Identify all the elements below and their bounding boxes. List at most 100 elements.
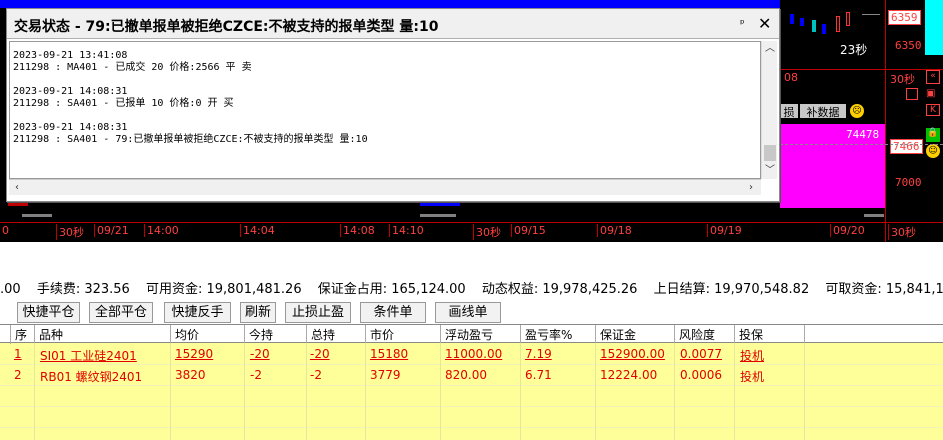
scroll-indicator bbox=[420, 214, 456, 217]
refresh-button[interactable]: 刷新 bbox=[240, 302, 276, 323]
smiley-icon[interactable]: ☺ bbox=[926, 144, 940, 158]
time-tick: 09/18 bbox=[597, 224, 632, 237]
fill-data-button[interactable]: 补数据 bbox=[800, 104, 846, 119]
trade-log-text[interactable]: 2023-09-21 13:41:08 211298 : MA401 - 已成交… bbox=[9, 41, 761, 179]
hedge-type-cell[interactable]: 投机 bbox=[736, 365, 764, 386]
scroll-down-icon[interactable]: ﹀ bbox=[762, 163, 778, 179]
quick-close-button[interactable]: 快捷平仓 bbox=[17, 302, 80, 323]
col-divider bbox=[34, 343, 35, 440]
candle bbox=[822, 24, 826, 34]
scroll-up-icon[interactable]: ︿ bbox=[762, 41, 778, 57]
col-header[interactable]: 今持 bbox=[244, 325, 306, 344]
face-icon[interactable]: ☹ bbox=[850, 104, 864, 118]
dynamic-equity: 动态权益: 19,978,425.26 bbox=[481, 282, 638, 297]
available-funds: 可用资金: 19,801,481.26 bbox=[145, 282, 302, 297]
side-indicator-band bbox=[925, 0, 943, 55]
status-bar bbox=[0, 242, 943, 270]
collapse-icon[interactable]: « bbox=[926, 70, 940, 84]
floating-pnl-cell[interactable]: 820.00 bbox=[441, 365, 487, 386]
col-header[interactable]: 盈亏率% bbox=[520, 325, 595, 344]
today-qty-cell[interactable]: -2 bbox=[246, 365, 262, 386]
avg-price-cell[interactable]: 15290 bbox=[171, 344, 213, 365]
time-tick: 0 bbox=[2, 224, 9, 237]
pnl-rate-cell[interactable]: 7.19 bbox=[521, 344, 552, 365]
market-price-cell[interactable]: 15180 bbox=[366, 344, 408, 365]
margin-used: 保证金占用: 165,124.00 bbox=[317, 282, 466, 297]
col-header-blank bbox=[804, 325, 943, 344]
hedge-type-cell[interactable]: 投机 bbox=[736, 344, 764, 365]
price-label: 74478 bbox=[846, 128, 880, 141]
col-header[interactable]: 市价 bbox=[365, 325, 440, 344]
scroll-left-icon[interactable]: ‹ bbox=[9, 180, 25, 196]
col-divider bbox=[170, 343, 171, 440]
scroll-thumb[interactable] bbox=[764, 145, 776, 161]
horizontal-scrollbar[interactable]: ‹ › bbox=[9, 179, 761, 195]
table-header: 序 品种 均价 今持 总持 市价 浮动盈亏 盈亏率% 保证金 风险度 投保 bbox=[0, 324, 943, 344]
today-qty-cell[interactable]: -20 bbox=[246, 344, 270, 365]
table-row[interactable]: 1 SI01 工业硅2401 15290 -20 -20 15180 11000… bbox=[0, 344, 943, 365]
col-header[interactable]: 总持 bbox=[306, 325, 365, 344]
candle bbox=[812, 20, 816, 32]
margin-cell[interactable]: 12224.00 bbox=[596, 365, 657, 386]
close-icon[interactable]: ✕ bbox=[758, 14, 771, 33]
time-tick: 09/21 bbox=[94, 224, 129, 237]
countdown-label: 23秒 bbox=[840, 43, 868, 57]
stop-loss-take-profit-button[interactable]: 止损止盈 bbox=[285, 302, 351, 323]
interval-label: 30秒 bbox=[890, 73, 915, 86]
margin-cell[interactable]: 152900.00 bbox=[596, 344, 665, 365]
scroll-indicator bbox=[864, 214, 884, 217]
col-header[interactable]: 保证金 bbox=[595, 325, 674, 344]
row-index[interactable]: 2 bbox=[10, 365, 22, 386]
total-qty-cell[interactable]: -20 bbox=[306, 344, 330, 365]
risk-cell[interactable]: 0.0077 bbox=[676, 344, 722, 365]
col-divider bbox=[595, 343, 596, 440]
line-order-button[interactable]: 画线单 bbox=[435, 302, 501, 323]
positions-table[interactable]: 序 品种 均价 今持 总持 市价 浮动盈亏 盈亏率% 保证金 风险度 投保 1 … bbox=[0, 324, 943, 440]
vertical-scrollbar[interactable]: ︿ ﹀ bbox=[761, 41, 777, 179]
row-index[interactable]: 1 bbox=[10, 344, 22, 365]
chart-band-top bbox=[0, 0, 780, 8]
pin-icon[interactable]: ᵖ bbox=[740, 17, 745, 30]
trade-status-dialog[interactable]: 交易状态 - 79:已撤单报单被拒绝CZCE:不被支持的报单类型 量:10 ᵖ … bbox=[6, 8, 780, 202]
close-all-button[interactable]: 全部平仓 bbox=[89, 302, 153, 323]
total-qty-cell[interactable]: -2 bbox=[306, 365, 322, 386]
col-divider bbox=[804, 343, 805, 440]
col-header[interactable]: 风险度 bbox=[674, 325, 734, 344]
quick-reverse-button[interactable]: 快捷反手 bbox=[164, 302, 231, 323]
stoploss-chip[interactable]: 损 bbox=[780, 104, 798, 119]
candle bbox=[800, 18, 804, 26]
dialog-title[interactable]: 交易状态 - 79:已撤单报单被拒绝CZCE:不被支持的报单类型 量:10 bbox=[7, 9, 779, 39]
time-tick: 09/20 bbox=[830, 224, 865, 237]
instrument-cell[interactable]: RB01 螺纹钢2401 bbox=[36, 365, 142, 386]
k-icon[interactable]: K bbox=[926, 104, 940, 116]
panel-icon[interactable]: ▣ bbox=[926, 88, 940, 100]
table-row[interactable]: 2 RB01 螺纹钢2401 3820 -2 -2 3779 820.00 6.… bbox=[0, 365, 943, 386]
col-header[interactable]: 均价 bbox=[170, 325, 244, 344]
candle bbox=[790, 14, 794, 24]
instrument-cell[interactable]: SI01 工业硅2401 bbox=[36, 344, 137, 365]
price-tick: 7000 bbox=[895, 176, 922, 189]
col-header[interactable]: 序 bbox=[10, 325, 34, 344]
conditional-order-button[interactable]: 条件单 bbox=[360, 302, 426, 323]
scroll-right-icon[interactable]: › bbox=[743, 180, 759, 196]
col-divider bbox=[734, 343, 735, 440]
col-divider bbox=[244, 343, 245, 440]
time-axis-line bbox=[0, 222, 943, 223]
time-tick: 09/19 bbox=[707, 224, 742, 237]
price-line bbox=[862, 14, 880, 15]
layout-icon[interactable] bbox=[906, 88, 918, 100]
price-tick: 6350 bbox=[895, 39, 922, 52]
lock-icon[interactable]: 🔒 bbox=[926, 128, 940, 142]
col-header[interactable]: 浮动盈亏 bbox=[440, 325, 520, 344]
table-row-empty bbox=[0, 386, 943, 407]
pnl-rate-cell[interactable]: 6.71 bbox=[521, 365, 552, 386]
risk-cell[interactable]: 0.0006 bbox=[676, 365, 722, 386]
table-row-empty bbox=[0, 407, 943, 428]
floating-pnl-cell[interactable]: 11000.00 bbox=[441, 344, 502, 365]
candle bbox=[846, 12, 850, 26]
col-header[interactable]: 品种 bbox=[34, 325, 170, 344]
right-pane-bg bbox=[780, 0, 885, 70]
col-header[interactable]: 投保 bbox=[734, 325, 804, 344]
market-price-cell[interactable]: 3779 bbox=[366, 365, 401, 386]
avg-price-cell[interactable]: 3820 bbox=[171, 365, 206, 386]
